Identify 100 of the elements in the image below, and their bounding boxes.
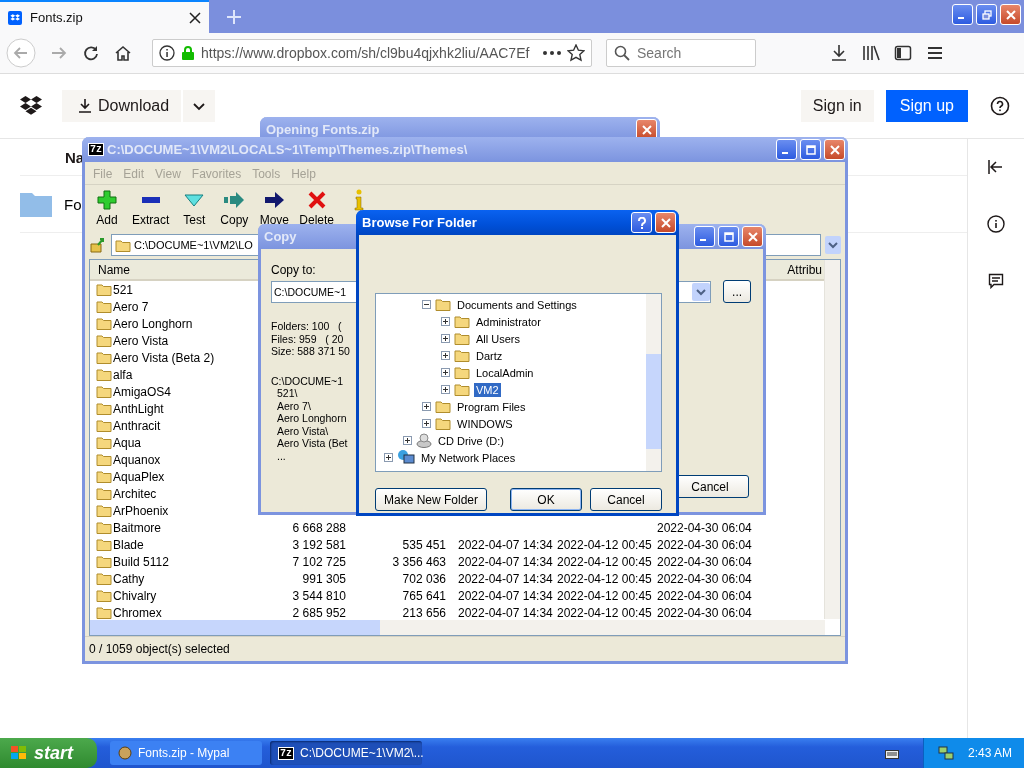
scrollbar[interactable] [824,260,840,619]
search-field[interactable]: Search [606,39,756,67]
download-button[interactable]: Download [62,90,182,122]
more-icon[interactable] [543,51,561,55]
restore-button[interactable] [976,4,997,25]
file-name[interactable]: Cathy [113,571,145,586]
expand-toggle[interactable] [384,453,393,462]
keyboard-icon[interactable] [884,747,899,759]
folder-icon [96,572,112,585]
collapse-icon[interactable] [988,159,1004,175]
table-cell: 2022-04-30 06:04 [657,520,752,535]
comment-icon[interactable] [988,273,1004,289]
tree-item[interactable]: LocalAdmin [474,365,536,380]
new-folder-button[interactable]: Make New Folder [375,488,488,511]
file-name[interactable]: Chivalry [113,588,157,603]
tree-item[interactable]: VM2 [474,382,501,397]
cancel-button[interactable]: Cancel [590,488,662,511]
sign-in-button[interactable]: Sign in [800,90,874,122]
table-cell: 2022-04-12 00:45 [557,537,652,552]
expand-toggle[interactable] [422,419,431,428]
taskbar-button[interactable]: 7z C:\DOCUME~1\VM2\... [270,741,422,765]
toolbar-button[interactable]: Add [89,189,125,233]
table-cell: 2022-04-30 06:04 [657,605,752,620]
sign-up-button[interactable]: Sign up [885,90,968,122]
tree-item[interactable]: My Network Places [419,450,518,465]
collapse-toggle[interactable] [422,300,431,309]
expand-toggle[interactable] [403,436,412,445]
file-name[interactable]: Build 5112 [113,554,169,569]
file-name[interactable]: AnthLight [113,401,164,416]
file-name[interactable]: Blade [113,537,144,552]
folder-icon [96,300,112,313]
tree-item[interactable]: WINDOWS [455,416,515,431]
tree-item[interactable]: Dartz [474,348,505,363]
download-icon[interactable] [830,44,848,62]
file-name[interactable]: alfa [113,367,133,382]
expand-toggle[interactable] [441,351,450,360]
library-icon[interactable] [862,44,880,62]
minimize-button[interactable] [952,4,973,25]
expand-toggle[interactable] [441,317,450,326]
file-name[interactable]: Anthracit [113,418,161,433]
folder-name[interactable]: Fo [64,195,82,213]
folder-icon [96,470,112,483]
close-icon[interactable] [189,11,201,24]
tree-item[interactable]: Program Files [455,399,528,414]
box-logo-icon[interactable] [20,96,42,116]
sidebar-icon[interactable] [894,44,912,62]
toolbar-button[interactable]: Copy [216,189,253,233]
expand-toggle[interactable] [441,385,450,394]
dropdown-button[interactable] [825,236,841,254]
close-button[interactable] [655,212,676,233]
table-cell: 6 668 288 [292,520,346,535]
up-folder-icon[interactable] [89,236,107,254]
browser-tab[interactable]: Fonts.zip [0,0,209,33]
toolbar-button[interactable]: Test [176,189,213,233]
box-logo-icon [8,10,22,25]
toolbar-button[interactable]: Delete [296,189,338,233]
expand-toggle[interactable] [441,334,450,343]
file-name[interactable]: Aquanox [113,452,161,467]
tree-item[interactable]: CD Drive (D:) [436,433,506,448]
column-header[interactable]: Attribu [787,262,822,277]
file-name[interactable]: Baitmore [113,520,162,535]
tree-item[interactable]: All Users [474,331,522,346]
file-name[interactable]: 521 [113,282,134,297]
expand-toggle[interactable] [422,402,431,411]
reload-icon[interactable] [82,44,100,62]
menu-icon[interactable] [926,44,944,62]
scrollbar[interactable] [646,294,661,471]
tree-item[interactable]: Documents and Settings [455,297,579,312]
start-button[interactable]: start [0,738,97,768]
help-icon[interactable] [990,96,1010,116]
file-name[interactable]: Aero Longhorn [113,316,193,331]
star-icon[interactable] [567,44,585,62]
file-name[interactable]: AmigaOS4 [113,384,172,399]
network-icon[interactable] [937,745,954,761]
browse-button[interactable]: ... [723,280,751,303]
expand-toggle[interactable] [441,368,450,377]
dropdown-button[interactable] [692,282,711,301]
tree-item[interactable]: Administrator [474,314,543,329]
file-name[interactable]: Aero Vista [113,333,169,348]
scrollbar[interactable] [90,620,825,635]
path-line: ... [276,449,286,462]
close-button[interactable] [1000,4,1021,25]
help-button[interactable] [631,212,652,233]
table-cell: 2022-04-07 14:34 [458,605,553,620]
file-name[interactable]: ArPhoenix [113,503,169,518]
info-icon[interactable] [159,45,175,61]
dropdown-button[interactable] [183,90,216,122]
toolbar-button[interactable]: Extract [129,189,173,233]
column-header[interactable]: Name [98,262,130,277]
home-icon[interactable] [114,44,132,62]
file-name[interactable]: AquaPlex [113,469,165,484]
file-name[interactable]: Aero Vista (Beta 2) [113,350,215,365]
taskbar-button[interactable]: Fonts.zip - Mypal [110,741,262,765]
ok-button[interactable]: OK [510,488,582,511]
info-icon[interactable] [987,215,1005,233]
file-name[interactable]: Aqua [113,435,142,450]
file-name[interactable]: Architec [113,486,157,501]
file-name[interactable]: Chromex [113,605,162,620]
file-name[interactable]: Aero 7 [113,299,149,314]
address-bar[interactable]: https://www.dropbox.com/sh/cl9bu4qjxhk2liu/AAC7Ef [152,39,592,67]
